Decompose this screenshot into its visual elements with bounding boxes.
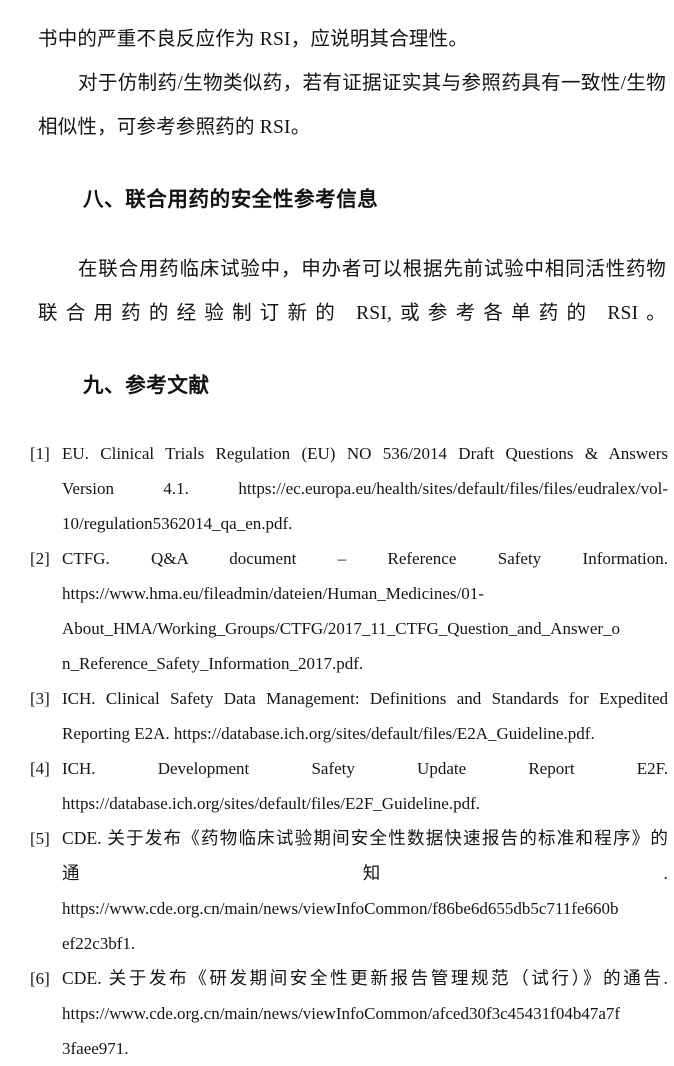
- reference-item: [2] CTFG. Q&A document – Reference Safet…: [30, 541, 668, 681]
- reference-line: https://www.cde.org.cn/main/news/viewInf…: [62, 899, 619, 918]
- reference-line: CTFG. Q&A document – Reference Safety In…: [62, 549, 668, 568]
- document-page: 书中的严重不良反应作为 RSI，应说明其合理性。 对于仿制药/生物类似药，若有证…: [0, 0, 674, 1060]
- reference-line: 通 知 .: [62, 863, 668, 883]
- reference-line: Version 4.1. https://ec.europa.eu/health…: [62, 479, 668, 498]
- reference-item: [6] CDE. 关于发布《研发期间安全性更新报告管理规范（试行）》的通告. h…: [30, 961, 668, 1066]
- reference-marker: [2]: [30, 549, 50, 568]
- reference-line: n_Reference_Safety_Information_2017.pdf.: [62, 654, 364, 673]
- reference-marker: [1]: [30, 444, 50, 463]
- reference-line: https://database.ich.org/sites/default/f…: [62, 794, 480, 813]
- reference-line: https://www.cde.org.cn/main/news/viewInf…: [62, 1004, 621, 1023]
- reference-marker: [5]: [30, 829, 50, 848]
- reference-item: [5] CDE. 关于发布《药物临床试验期间安全性数据快速报告的标准和程序》的 …: [30, 821, 668, 961]
- spacer-after-section-eight: [0, 220, 674, 248]
- reference-line: ICH. Clinical Safety Data Management: De…: [62, 689, 668, 708]
- reference-line: CDE. 关于发布《研发期间安全性更新报告管理规范（试行）》的通告.: [62, 968, 668, 988]
- reference-marker: [4]: [30, 759, 50, 778]
- reference-line: About_HMA/Working_Groups/CTFG/2017_11_CT…: [62, 619, 621, 638]
- heading-section-nine: 九、参考文献: [83, 374, 210, 397]
- reference-item: [4] ICH. Development Safety Update Repor…: [30, 751, 668, 821]
- reference-line: 3faee971.: [62, 1039, 129, 1058]
- reference-line: Reporting E2A. https://database.ich.org/…: [62, 724, 595, 743]
- paragraph-section-eight: 在联合用药临床试验中，申办者可以根据先前试验中相同活性药物联合用药的经验制订新的…: [38, 259, 666, 324]
- reference-item: [3] ICH. Clinical Safety Data Management…: [30, 681, 668, 751]
- reference-line: ef22c3bf1.: [62, 934, 136, 953]
- reference-marker: [6]: [30, 969, 50, 988]
- reference-line: https://www.hma.eu/fileadmin/dateien/Hum…: [62, 584, 484, 603]
- spacer-after-section-nine: [0, 406, 674, 436]
- paragraph-rsi-justification: 书中的严重不良反应作为 RSI，应说明其合理性。: [38, 29, 469, 50]
- reference-line: CDE. 关于发布《药物临床试验期间安全性数据快速报告的标准和程序》的: [62, 828, 668, 848]
- paragraph-generic-biosimilar: 对于仿制药/生物类似药，若有证据证实其与参照药具有一致性/生物相似性，可参考参照…: [38, 73, 666, 138]
- heading-section-eight: 八、联合用药的安全性参考信息: [83, 188, 379, 211]
- reference-list: [1] EU. Clinical Trials Regulation (EU) …: [0, 436, 674, 1066]
- reference-line: ICH. Development Safety Update Report E2…: [62, 759, 668, 778]
- reference-marker: [3]: [30, 689, 50, 708]
- reference-line: EU. Clinical Trials Regulation (EU) NO 5…: [62, 444, 668, 463]
- reference-item: [1] EU. Clinical Trials Regulation (EU) …: [30, 436, 668, 541]
- spacer-before-section-eight: [0, 150, 674, 180]
- reference-line: 10/regulation5362014_qa_en.pdf.: [62, 514, 293, 533]
- spacer-before-section-nine: [0, 336, 674, 366]
